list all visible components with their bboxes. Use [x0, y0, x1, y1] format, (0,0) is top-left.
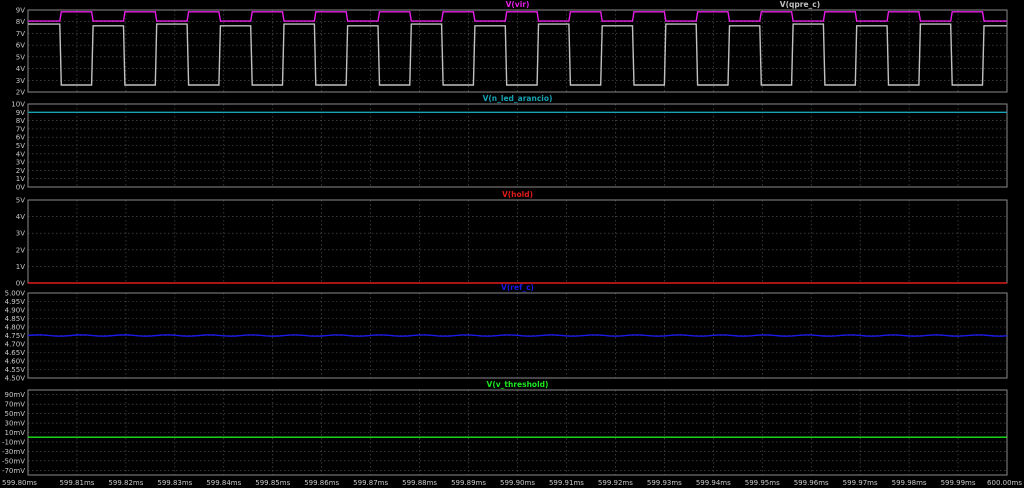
- y-tick-label: 4.50V: [5, 375, 26, 383]
- y-tick-label: 10mV: [4, 429, 25, 437]
- x-tick-label: 599.91ms: [549, 479, 584, 487]
- y-tick-label: -50mV: [2, 457, 25, 465]
- x-tick-label: 599.96ms: [794, 479, 829, 487]
- x-tick-label: 599.81ms: [59, 479, 94, 487]
- x-tick-label: 599.80ms: [2, 479, 37, 487]
- x-tick-label: 599.86ms: [304, 479, 339, 487]
- x-tick-label: 599.89ms: [451, 479, 486, 487]
- y-tick-label: 2V: [16, 167, 25, 175]
- x-tick-label: 599.97ms: [843, 479, 878, 487]
- y-tick-label: -10mV: [2, 438, 25, 446]
- y-tick-label: 70mV: [4, 401, 25, 409]
- y-tick-label: 5V: [16, 197, 25, 205]
- y-tick-label: 9V: [16, 7, 25, 15]
- y-tick-label: 8V: [16, 18, 25, 26]
- y-tick-label: 0V: [16, 280, 25, 288]
- y-tick-label: 4.55V: [5, 366, 26, 374]
- y-tick-label: 2V: [16, 89, 25, 97]
- y-tick-label: 0V: [16, 184, 25, 192]
- x-tick-label: 599.85ms: [255, 479, 290, 487]
- y-tick-label: 3V: [16, 159, 25, 167]
- y-tick-label: 30mV: [4, 420, 25, 428]
- trace-label: V(ref_c): [501, 283, 534, 292]
- y-tick-label: 1V: [16, 175, 25, 183]
- y-tick-label: 5V: [16, 53, 25, 61]
- x-tick-label: 600.00ms: [987, 479, 1022, 487]
- y-tick-label: 4V: [16, 65, 25, 73]
- y-tick-label: 4.75V: [5, 332, 26, 340]
- y-tick-label: 4.95V: [5, 298, 26, 306]
- y-tick-label: 4.60V: [5, 358, 26, 366]
- y-tick-label: 5.00V: [5, 290, 26, 298]
- y-tick-label: 10V: [11, 101, 25, 109]
- y-tick-label: 4V: [16, 213, 25, 221]
- x-tick-label: 599.94ms: [696, 479, 731, 487]
- trace-label: V(qpre_c): [780, 0, 820, 9]
- y-tick-label: 3V: [16, 77, 25, 85]
- waveform-viewer: 2V3V4V5V6V7V8V9VV(vir) V(qpre_c)0V1V2V3V4…: [0, 0, 1024, 488]
- y-tick-label: 50mV: [4, 410, 25, 418]
- y-tick-label: 4V: [16, 150, 25, 158]
- y-tick-label: 7V: [16, 30, 25, 38]
- x-tick-label: 599.99ms: [941, 479, 976, 487]
- trace-label: V(n_led_arancio): [483, 94, 553, 103]
- y-tick-label: 2V: [16, 246, 25, 254]
- y-tick-label: 5V: [16, 142, 25, 150]
- y-tick-label: 4.85V: [5, 315, 26, 323]
- y-tick-label: 9V: [16, 109, 25, 117]
- x-tick-label: 599.92ms: [598, 479, 633, 487]
- y-tick-label: 90mV: [4, 391, 25, 399]
- trace-label: V(vir): [506, 0, 530, 9]
- y-tick-label: -70mV: [2, 467, 25, 475]
- y-tick-label: 6V: [16, 134, 25, 142]
- y-tick-label: 1V: [16, 263, 25, 271]
- background: [0, 0, 1024, 488]
- x-tick-label: 599.88ms: [402, 479, 437, 487]
- x-tick-label: 599.98ms: [892, 479, 927, 487]
- x-tick-label: 599.93ms: [647, 479, 682, 487]
- x-tick-label: 599.87ms: [353, 479, 388, 487]
- x-tick-label: 599.83ms: [157, 479, 192, 487]
- trace-label: V(v_threshold): [487, 380, 549, 389]
- x-tick-label: 599.90ms: [500, 479, 535, 487]
- y-tick-label: 8V: [16, 117, 25, 125]
- y-tick-label: 4.70V: [5, 341, 26, 349]
- y-tick-label: 4.65V: [5, 349, 26, 357]
- y-tick-label: 4.80V: [5, 324, 26, 332]
- y-tick-label: 7V: [16, 125, 25, 133]
- y-tick-label: 4.90V: [5, 307, 26, 315]
- x-tick-label: 599.82ms: [108, 479, 143, 487]
- trace-label: V(hold): [502, 190, 533, 199]
- y-tick-label: -30mV: [2, 448, 25, 456]
- y-tick-label: 6V: [16, 42, 25, 50]
- x-tick-label: 599.95ms: [745, 479, 780, 487]
- x-tick-label: 599.84ms: [206, 479, 241, 487]
- y-tick-label: 3V: [16, 230, 25, 238]
